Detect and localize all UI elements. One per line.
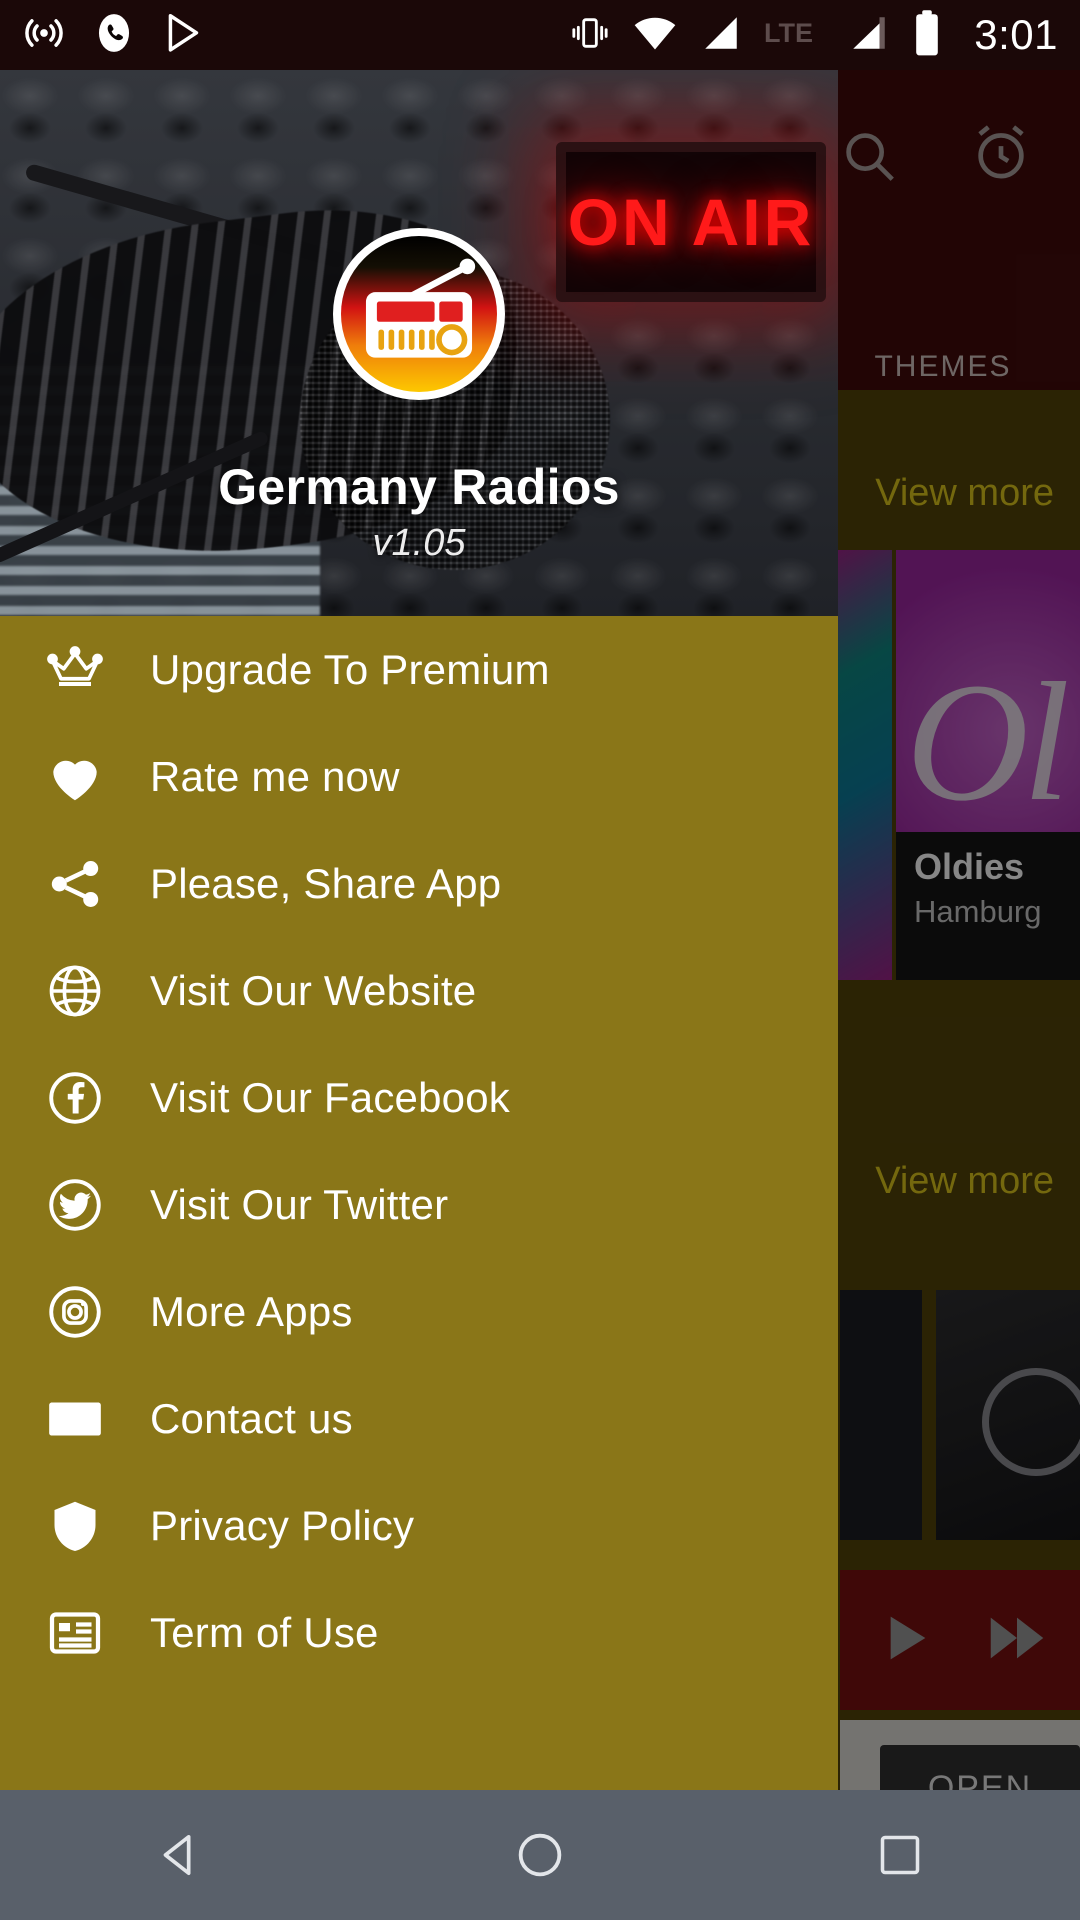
mail-icon: [0, 1365, 150, 1472]
facebook-icon: [0, 1044, 150, 1151]
app-version: v1.05: [372, 522, 466, 564]
status-bar-clock: 3:01: [974, 11, 1058, 58]
shield-icon: [0, 1472, 150, 1579]
list-icon: [0, 1579, 150, 1686]
crown-icon: [0, 616, 150, 723]
battery-icon: [912, 9, 942, 62]
drawer-item-label: Upgrade To Premium: [150, 645, 550, 693]
instagram-icon: [0, 1258, 150, 1365]
lte-label: LTE: [764, 17, 826, 54]
drawer-item-label: Visit Our Website: [150, 966, 477, 1014]
home-button[interactable]: [455, 1790, 625, 1920]
twitter-icon: [0, 1151, 150, 1258]
drawer-item-upgrade-to-premium[interactable]: Upgrade To Premium: [0, 616, 838, 723]
drawer-item-contact-us[interactable]: Contact us: [0, 1365, 838, 1472]
drawer-item-label: Privacy Policy: [150, 1501, 415, 1549]
drawer-item-label: Please, Share App: [150, 859, 502, 907]
signal-icon: [700, 12, 742, 59]
germany-radios-logo: [333, 228, 505, 400]
drawer-item-label: More Apps: [150, 1287, 353, 1335]
globe-icon: [0, 937, 150, 1044]
drawer-item-share-app[interactable]: Please, Share App: [0, 830, 838, 937]
share-icon: [0, 830, 150, 937]
svg-text:LTE: LTE: [764, 18, 813, 48]
drawer-item-visit-twitter[interactable]: Visit Our Twitter: [0, 1151, 838, 1258]
signal-2-icon: [848, 12, 890, 59]
recents-button[interactable]: [815, 1790, 985, 1920]
broadcast-icon: [22, 11, 66, 60]
status-bar-right: LTE 3:01: [570, 9, 1080, 62]
back-button[interactable]: [95, 1790, 265, 1920]
drawer-item-label: Visit Our Facebook: [150, 1073, 510, 1121]
drawer-item-label: Contact us: [150, 1394, 353, 1442]
drawer-menu: Upgrade To Premium Rate me now Please, S…: [0, 616, 838, 1686]
heart-icon: [0, 723, 150, 830]
phone-screen: THEMES View more Ol Oldies Hamburg View …: [0, 0, 1080, 1920]
status-bar: LTE 3:01: [0, 0, 1080, 70]
wifi-icon: [632, 10, 678, 61]
phone-icon: [92, 11, 136, 60]
on-air-sign-text: ON AIR: [567, 185, 815, 259]
system-navigation-bar: [0, 1790, 1080, 1920]
app-title: Germany Radios: [218, 459, 620, 515]
drawer-item-label: Term of Use: [150, 1608, 379, 1656]
drawer-item-label: Visit Our Twitter: [150, 1180, 449, 1228]
drawer-header: ON AIR Germany Radios v1.05: [0, 70, 838, 616]
drawer-item-visit-website[interactable]: Visit Our Website: [0, 937, 838, 1044]
drawer-item-more-apps[interactable]: More Apps: [0, 1258, 838, 1365]
navigation-drawer: ON AIR Germany Radios v1.05 Upgrade To P…: [0, 70, 838, 1790]
drawer-item-term-of-use[interactable]: Term of Use: [0, 1579, 838, 1686]
drawer-item-label: Rate me now: [150, 752, 400, 800]
status-bar-left: [0, 11, 206, 60]
drawer-item-privacy-policy[interactable]: Privacy Policy: [0, 1472, 838, 1579]
drawer-item-rate-me-now[interactable]: Rate me now: [0, 723, 838, 830]
drawer-item-visit-facebook[interactable]: Visit Our Facebook: [0, 1044, 838, 1151]
on-air-sign: ON AIR: [556, 142, 826, 302]
vibrate-icon: [570, 13, 610, 58]
play-store-icon: [162, 11, 206, 60]
